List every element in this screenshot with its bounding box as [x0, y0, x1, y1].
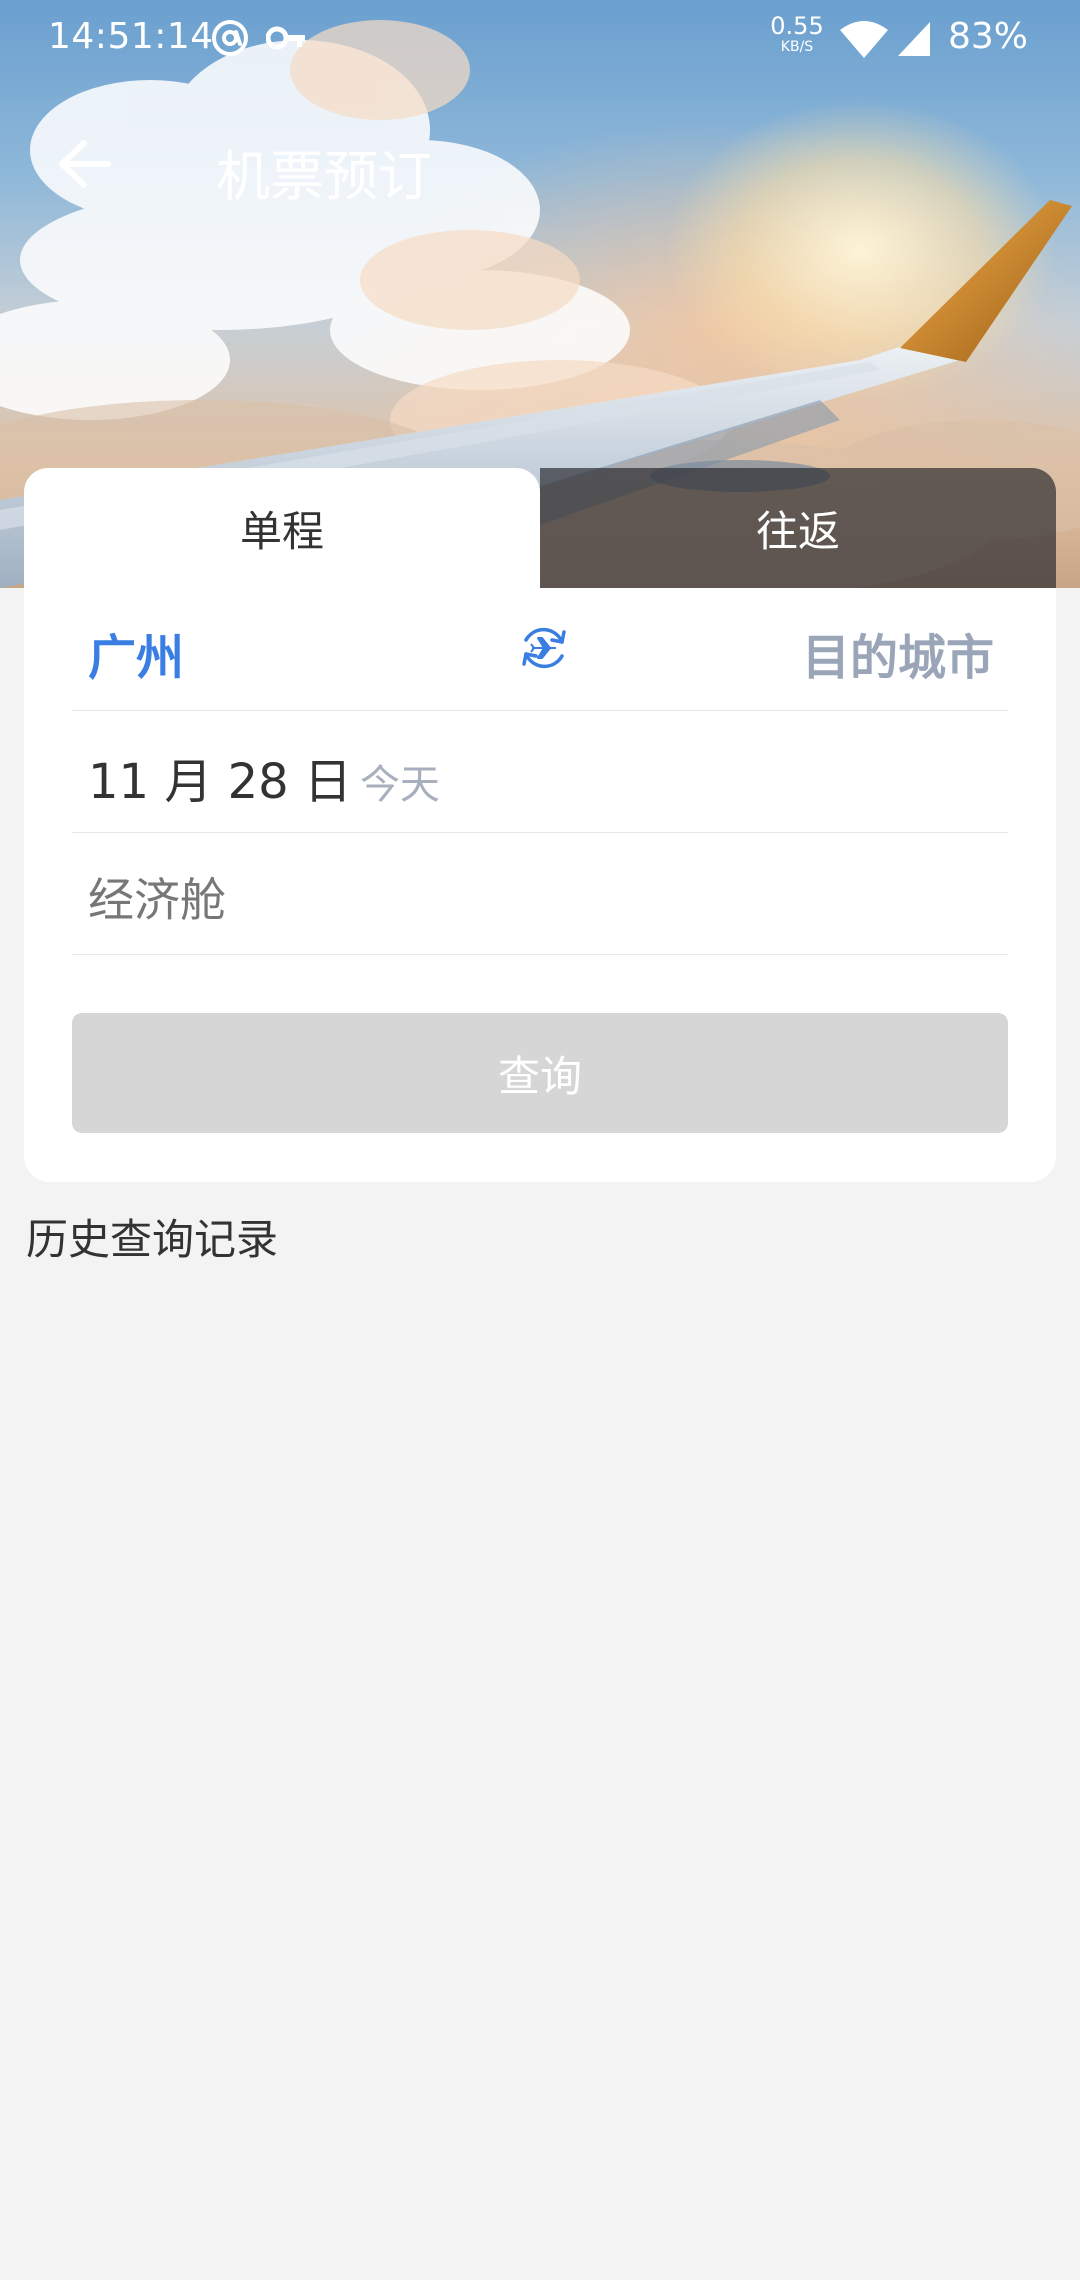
network-speed-value: 0.55: [770, 12, 824, 40]
status-bar: 14:51:14 0.55 KB/S 83%: [0, 0, 1080, 76]
at-sign-icon: [210, 18, 250, 62]
wifi-icon: [838, 20, 890, 64]
cabin-row[interactable]: 经济舱: [72, 832, 1008, 955]
page-title: 机票预订: [216, 145, 432, 208]
swap-airplane-icon: [522, 627, 566, 669]
tab-one-way[interactable]: 单程: [24, 468, 540, 588]
swap-cities-button[interactable]: [514, 618, 574, 678]
date-row[interactable]: 11 月 28 日今天: [72, 710, 1008, 833]
departure-date: 11 月 28 日今天: [88, 742, 440, 812]
route-row: 广州 目的城市: [72, 588, 1008, 711]
arrow-left-icon: [59, 140, 111, 188]
destination-city[interactable]: 目的城市: [802, 618, 994, 688]
network-speed-unit: KB/S: [780, 39, 814, 55]
history-title: 历史查询记录: [26, 1215, 279, 1264]
back-button[interactable]: [44, 124, 124, 204]
cabin-class: 经济舱: [88, 873, 226, 927]
flight-search-card: 广州 目的城市 11 月 28 日今天 经济舱 查询: [24, 588, 1056, 1182]
vpn-key-icon: [265, 18, 308, 62]
status-time: 14:51:14: [48, 16, 214, 57]
query-button[interactable]: 查询: [72, 1013, 1008, 1133]
departure-city[interactable]: 广州: [88, 618, 184, 688]
tab-round-trip[interactable]: 往返: [540, 468, 1056, 588]
date-hint: 今天: [359, 762, 440, 808]
battery-level: 83%: [948, 16, 1029, 57]
cellular-signal-icon: [896, 20, 932, 62]
departure-date-text: 11 月 28 日: [88, 754, 352, 810]
network-speed: 0.55 KB/S: [768, 14, 826, 54]
